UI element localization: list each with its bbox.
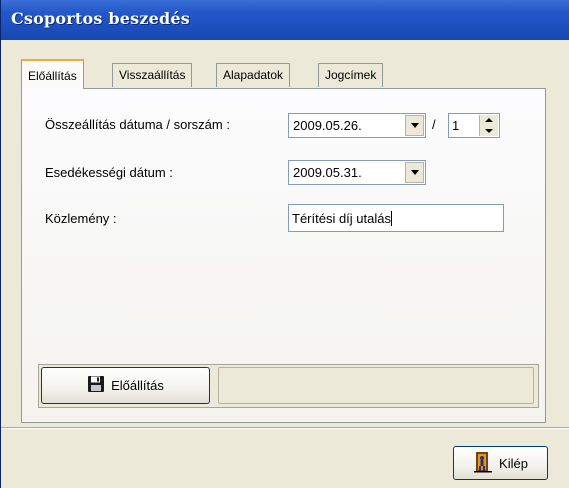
tab-label: Előállítás (28, 69, 77, 83)
tab-eloallitas[interactable]: Előállítás (21, 59, 84, 89)
tab-visszaallitas[interactable]: Visszaállítás (112, 63, 193, 87)
spin-down-icon[interactable] (485, 128, 493, 133)
date-sequence-separator: / (432, 117, 436, 132)
bottom-separator (1, 427, 569, 429)
spinner-buttons[interactable] (479, 115, 498, 136)
compile-date-value: 2009.05.26. (293, 118, 362, 133)
spin-up-icon[interactable] (485, 118, 493, 123)
tab-label: Jogcímek (325, 68, 377, 82)
generate-button[interactable]: Előállítás (41, 367, 210, 404)
status-display (218, 367, 534, 404)
generate-button-label: Előállítás (111, 378, 164, 393)
exit-button-label: Kilép (499, 455, 528, 471)
tab-alapadatok[interactable]: Alapadatok (216, 63, 291, 87)
due-date-combo[interactable]: 2009.05.31. (288, 160, 426, 185)
chevron-down-icon (410, 123, 419, 128)
dialog-window: Csoportos beszedés Előállítás Visszaállí… (0, 0, 569, 488)
notice-input[interactable]: Térítési díj utalás (288, 204, 504, 232)
compile-date-combo[interactable]: 2009.05.26. (288, 113, 426, 138)
tab-label: Alapadatok (223, 68, 284, 82)
due-date-label: Esedékességi dátum : (45, 165, 173, 180)
notice-label: Közlemény : (45, 211, 117, 226)
compile-date-dropdown-button[interactable] (405, 115, 424, 136)
window-title: Csoportos beszedés (11, 9, 190, 28)
tab-label: Visszaállítás (119, 68, 186, 82)
text-caret (391, 211, 392, 226)
door-exit-icon (473, 451, 493, 476)
sequence-value: 1 (452, 118, 460, 133)
sequence-spinner[interactable]: 1 (448, 113, 500, 138)
notice-value: Térítési díj utalás (292, 211, 391, 226)
tab-jogcimek[interactable]: Jogcímek (318, 63, 384, 87)
exit-button[interactable]: Kilép (453, 446, 548, 480)
due-date-dropdown-button[interactable] (405, 162, 424, 183)
due-date-value: 2009.05.31. (293, 165, 362, 180)
title-bar[interactable]: Csoportos beszedés (1, 0, 569, 40)
chevron-down-icon (410, 170, 419, 175)
floppy-disk-icon (87, 375, 105, 396)
compile-date-label: Összeállítás dátuma / sorszám : (45, 117, 230, 132)
